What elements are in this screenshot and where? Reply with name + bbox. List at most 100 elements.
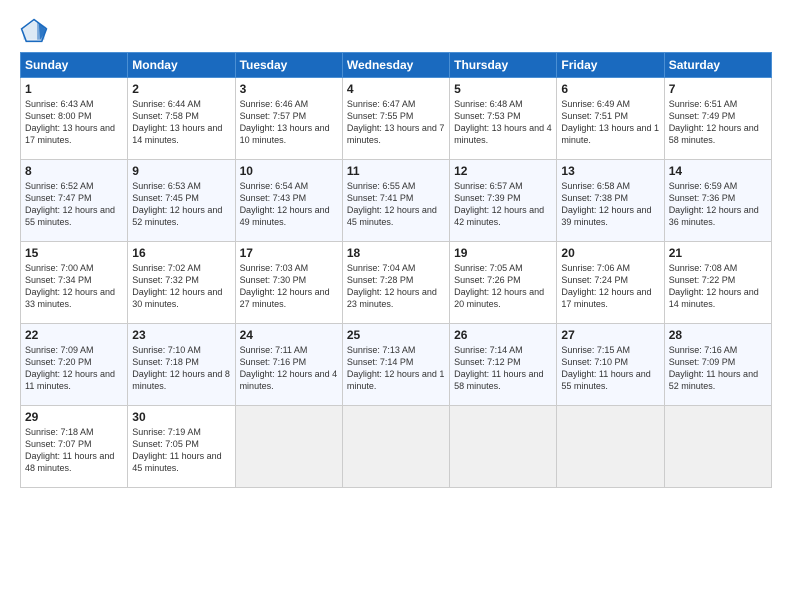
day-info: Sunrise: 7:03 AM Sunset: 7:30 PM Dayligh… [240, 262, 338, 311]
day-number: 11 [347, 164, 445, 178]
day-info: Sunrise: 7:15 AM Sunset: 7:10 PM Dayligh… [561, 344, 659, 393]
day-header-tuesday: Tuesday [235, 53, 342, 78]
calendar-cell: 27 Sunrise: 7:15 AM Sunset: 7:10 PM Dayli… [557, 324, 664, 406]
calendar-cell: 11 Sunrise: 6:55 AM Sunset: 7:41 PM Dayli… [342, 160, 449, 242]
day-info: Sunrise: 6:55 AM Sunset: 7:41 PM Dayligh… [347, 180, 445, 229]
day-number: 9 [132, 164, 230, 178]
day-number: 20 [561, 246, 659, 260]
calendar-cell: 3 Sunrise: 6:46 AM Sunset: 7:57 PM Daylig… [235, 78, 342, 160]
day-header-sunday: Sunday [21, 53, 128, 78]
calendar-cell: 10 Sunrise: 6:54 AM Sunset: 7:43 PM Dayli… [235, 160, 342, 242]
day-header-thursday: Thursday [450, 53, 557, 78]
calendar-cell: 6 Sunrise: 6:49 AM Sunset: 7:51 PM Daylig… [557, 78, 664, 160]
calendar-cell: 1 Sunrise: 6:43 AM Sunset: 8:00 PM Daylig… [21, 78, 128, 160]
day-number: 13 [561, 164, 659, 178]
calendar-cell: 21 Sunrise: 7:08 AM Sunset: 7:22 PM Dayli… [664, 242, 771, 324]
calendar-cell: 20 Sunrise: 7:06 AM Sunset: 7:24 PM Dayli… [557, 242, 664, 324]
calendar-cell: 8 Sunrise: 6:52 AM Sunset: 7:47 PM Daylig… [21, 160, 128, 242]
day-info: Sunrise: 7:08 AM Sunset: 7:22 PM Dayligh… [669, 262, 767, 311]
calendar-cell: 14 Sunrise: 6:59 AM Sunset: 7:36 PM Dayli… [664, 160, 771, 242]
day-number: 29 [25, 410, 123, 424]
calendar-cell: 16 Sunrise: 7:02 AM Sunset: 7:32 PM Dayli… [128, 242, 235, 324]
calendar-cell: 12 Sunrise: 6:57 AM Sunset: 7:39 PM Dayli… [450, 160, 557, 242]
calendar-cell: 19 Sunrise: 7:05 AM Sunset: 7:26 PM Dayli… [450, 242, 557, 324]
day-info: Sunrise: 7:05 AM Sunset: 7:26 PM Dayligh… [454, 262, 552, 311]
day-info: Sunrise: 6:57 AM Sunset: 7:39 PM Dayligh… [454, 180, 552, 229]
day-number: 27 [561, 328, 659, 342]
day-number: 26 [454, 328, 552, 342]
day-info: Sunrise: 7:18 AM Sunset: 7:07 PM Dayligh… [25, 426, 123, 475]
day-info: Sunrise: 7:02 AM Sunset: 7:32 PM Dayligh… [132, 262, 230, 311]
calendar-cell: 15Sunrise: 7:00 AM Sunset: 7:34 PM Dayli… [21, 242, 128, 324]
day-info: Sunrise: 7:11 AM Sunset: 7:16 PM Dayligh… [240, 344, 338, 393]
day-number: 14 [669, 164, 767, 178]
day-number: 7 [669, 82, 767, 96]
day-info: Sunrise: 7:06 AM Sunset: 7:24 PM Dayligh… [561, 262, 659, 311]
day-number: 2 [132, 82, 230, 96]
calendar-cell: 26 Sunrise: 7:14 AM Sunset: 7:12 PM Dayli… [450, 324, 557, 406]
calendar-cell: 17 Sunrise: 7:03 AM Sunset: 7:30 PM Dayli… [235, 242, 342, 324]
calendar-cell: 9 Sunrise: 6:53 AM Sunset: 7:45 PM Daylig… [128, 160, 235, 242]
day-info: Sunrise: 7:16 AM Sunset: 7:09 PM Dayligh… [669, 344, 767, 393]
day-info: Sunrise: 7:00 AM Sunset: 7:34 PM Dayligh… [25, 262, 123, 311]
calendar-cell: 29 Sunrise: 7:18 AM Sunset: 7:07 PM Dayli… [21, 406, 128, 488]
day-number: 10 [240, 164, 338, 178]
calendar-cell: 18 Sunrise: 7:04 AM Sunset: 7:28 PM Dayli… [342, 242, 449, 324]
calendar-cell: 28 Sunrise: 7:16 AM Sunset: 7:09 PM Dayli… [664, 324, 771, 406]
day-info: Sunrise: 6:46 AM Sunset: 7:57 PM Dayligh… [240, 98, 338, 147]
day-number: 8 [25, 164, 123, 178]
day-info: Sunrise: 7:04 AM Sunset: 7:28 PM Dayligh… [347, 262, 445, 311]
day-header-monday: Monday [128, 53, 235, 78]
day-number: 6 [561, 82, 659, 96]
calendar-cell [235, 406, 342, 488]
logo-icon [20, 18, 48, 46]
calendar-cell: 23 Sunrise: 7:10 AM Sunset: 7:18 PM Dayli… [128, 324, 235, 406]
day-info: Sunrise: 7:09 AM Sunset: 7:20 PM Dayligh… [25, 344, 123, 393]
day-info: Sunrise: 6:53 AM Sunset: 7:45 PM Dayligh… [132, 180, 230, 229]
day-number: 28 [669, 328, 767, 342]
day-number: 12 [454, 164, 552, 178]
day-number: 3 [240, 82, 338, 96]
day-header-wednesday: Wednesday [342, 53, 449, 78]
day-info: Sunrise: 6:43 AM Sunset: 8:00 PM Dayligh… [25, 98, 123, 147]
day-info: Sunrise: 6:54 AM Sunset: 7:43 PM Dayligh… [240, 180, 338, 229]
day-info: Sunrise: 7:13 AM Sunset: 7:14 PM Dayligh… [347, 344, 445, 393]
day-info: Sunrise: 7:14 AM Sunset: 7:12 PM Dayligh… [454, 344, 552, 393]
day-number: 19 [454, 246, 552, 260]
calendar-cell: 5 Sunrise: 6:48 AM Sunset: 7:53 PM Daylig… [450, 78, 557, 160]
calendar-cell: 30 Sunrise: 7:19 AM Sunset: 7:05 PM Dayli… [128, 406, 235, 488]
calendar-cell: 13Sunrise: 6:58 AM Sunset: 7:38 PM Dayli… [557, 160, 664, 242]
day-number: 25 [347, 328, 445, 342]
day-info: Sunrise: 6:59 AM Sunset: 7:36 PM Dayligh… [669, 180, 767, 229]
day-info: Sunrise: 6:51 AM Sunset: 7:49 PM Dayligh… [669, 98, 767, 147]
calendar-cell [450, 406, 557, 488]
day-number: 24 [240, 328, 338, 342]
day-info: Sunrise: 6:52 AM Sunset: 7:47 PM Dayligh… [25, 180, 123, 229]
day-number: 22 [25, 328, 123, 342]
day-number: 17 [240, 246, 338, 260]
logo [20, 18, 50, 46]
day-number: 1 [25, 82, 123, 96]
day-info: Sunrise: 6:48 AM Sunset: 7:53 PM Dayligh… [454, 98, 552, 147]
day-number: 18 [347, 246, 445, 260]
calendar-cell: 24 Sunrise: 7:11 AM Sunset: 7:16 PM Dayli… [235, 324, 342, 406]
day-number: 23 [132, 328, 230, 342]
day-info: Sunrise: 6:49 AM Sunset: 7:51 PM Dayligh… [561, 98, 659, 147]
day-number: 30 [132, 410, 230, 424]
day-info: Sunrise: 6:47 AM Sunset: 7:55 PM Dayligh… [347, 98, 445, 147]
calendar-cell [664, 406, 771, 488]
calendar-table: SundayMondayTuesdayWednesdayThursdayFrid… [20, 52, 772, 488]
calendar-cell [557, 406, 664, 488]
day-header-friday: Friday [557, 53, 664, 78]
calendar-cell: 25 Sunrise: 7:13 AM Sunset: 7:14 PM Dayli… [342, 324, 449, 406]
day-header-saturday: Saturday [664, 53, 771, 78]
day-number: 16 [132, 246, 230, 260]
day-number: 21 [669, 246, 767, 260]
day-info: Sunrise: 7:19 AM Sunset: 7:05 PM Dayligh… [132, 426, 230, 475]
calendar-cell: 22 Sunrise: 7:09 AM Sunset: 7:20 PM Dayli… [21, 324, 128, 406]
day-info: Sunrise: 7:10 AM Sunset: 7:18 PM Dayligh… [132, 344, 230, 393]
calendar-cell: 4Sunrise: 6:47 AM Sunset: 7:55 PM Daylig… [342, 78, 449, 160]
day-number: 5 [454, 82, 552, 96]
day-info: Sunrise: 6:44 AM Sunset: 7:58 PM Dayligh… [132, 98, 230, 147]
calendar-cell: 7 Sunrise: 6:51 AM Sunset: 7:49 PM Daylig… [664, 78, 771, 160]
